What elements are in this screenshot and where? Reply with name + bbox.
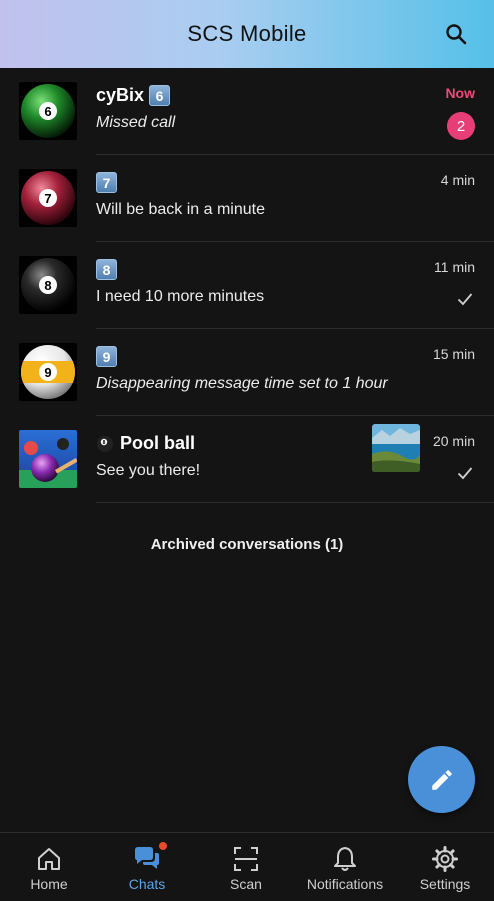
chat-time: 20 min bbox=[432, 433, 475, 449]
avatar bbox=[19, 430, 77, 488]
avatar: 8 bbox=[19, 256, 77, 314]
chat-preview: I need 10 more minutes bbox=[96, 288, 265, 305]
nav-label: Settings bbox=[419, 876, 471, 892]
app-title: SCS Mobile bbox=[187, 21, 307, 46]
chat-time: Now bbox=[445, 85, 475, 101]
number-badge: 9 bbox=[96, 346, 117, 367]
number-badge: 8 bbox=[96, 259, 117, 280]
notification-dot bbox=[159, 842, 167, 850]
nav-scan[interactable]: Scan bbox=[197, 833, 295, 901]
nav-label: Scan bbox=[230, 876, 262, 892]
svg-text:9: 9 bbox=[44, 365, 51, 380]
chat-name: Pool ball bbox=[120, 433, 196, 453]
chat-bubbles-icon bbox=[135, 847, 159, 869]
svg-text:8: 8 bbox=[103, 440, 106, 446]
media-thumbnail[interactable] bbox=[372, 424, 420, 472]
number-badge: 7 bbox=[96, 172, 117, 193]
nav-settings[interactable]: Settings bbox=[396, 833, 494, 901]
pencil-icon bbox=[431, 769, 452, 790]
chat-preview: See you there! bbox=[96, 462, 201, 479]
app-header: SCS Mobile bbox=[0, 0, 494, 68]
chat-row[interactable]: 9 9 Disappearing message time set to 1 h… bbox=[0, 329, 494, 416]
avatar: 9 bbox=[19, 343, 77, 401]
chat-row[interactable]: 6 cyBix 6 Missed call Now 2 bbox=[0, 68, 494, 155]
svg-text:7: 7 bbox=[44, 191, 51, 206]
nav-notifications[interactable]: Notifications bbox=[296, 833, 394, 901]
unread-count-badge: 2 bbox=[447, 112, 475, 140]
nav-label: Notifications bbox=[306, 876, 384, 892]
home-icon bbox=[38, 848, 60, 870]
chat-time: 15 min bbox=[432, 346, 475, 362]
svg-text:6: 6 bbox=[44, 104, 51, 119]
avatar: 6 bbox=[19, 82, 77, 140]
chat-time: 11 min bbox=[434, 259, 475, 275]
nav-home[interactable]: Home bbox=[0, 833, 98, 901]
chat-name: cyBix bbox=[96, 85, 145, 105]
archived-conversations-link[interactable]: Archived conversations (1) bbox=[0, 536, 494, 553]
nav-chats[interactable]: Chats bbox=[98, 833, 196, 901]
gear-icon bbox=[432, 846, 458, 872]
chat-row[interactable]: 8 Pool ball See you there! 20 min bbox=[0, 416, 494, 503]
chat-time: 4 min bbox=[440, 172, 475, 188]
nav-label: Chats bbox=[128, 876, 166, 892]
chat-row[interactable]: 7 7 Will be back in a minute 4 min bbox=[0, 155, 494, 242]
bottom-navigation: Home Chats Scan Notifications Settings bbox=[0, 832, 494, 901]
svg-text:8: 8 bbox=[44, 278, 51, 293]
chat-list: 6 cyBix 6 Missed call Now 2 7 7 Will be … bbox=[0, 68, 494, 503]
pool-ball-icon: 8 bbox=[97, 435, 113, 452]
compose-button[interactable] bbox=[408, 746, 475, 813]
chat-preview: Disappearing message time set to 1 hour bbox=[96, 375, 388, 392]
check-icon bbox=[457, 293, 473, 306]
nav-label: Home bbox=[30, 876, 68, 892]
divider bbox=[96, 502, 494, 503]
avatar: 7 bbox=[19, 169, 77, 227]
search-icon[interactable] bbox=[444, 22, 468, 46]
scan-icon bbox=[234, 847, 258, 871]
chat-preview: Missed call bbox=[96, 114, 176, 131]
chat-row[interactable]: 8 8 I need 10 more minutes 11 min bbox=[0, 242, 494, 329]
chat-preview: Will be back in a minute bbox=[96, 201, 265, 218]
number-badge: 6 bbox=[149, 85, 171, 106]
check-icon bbox=[457, 467, 473, 480]
bell-icon bbox=[334, 847, 356, 871]
